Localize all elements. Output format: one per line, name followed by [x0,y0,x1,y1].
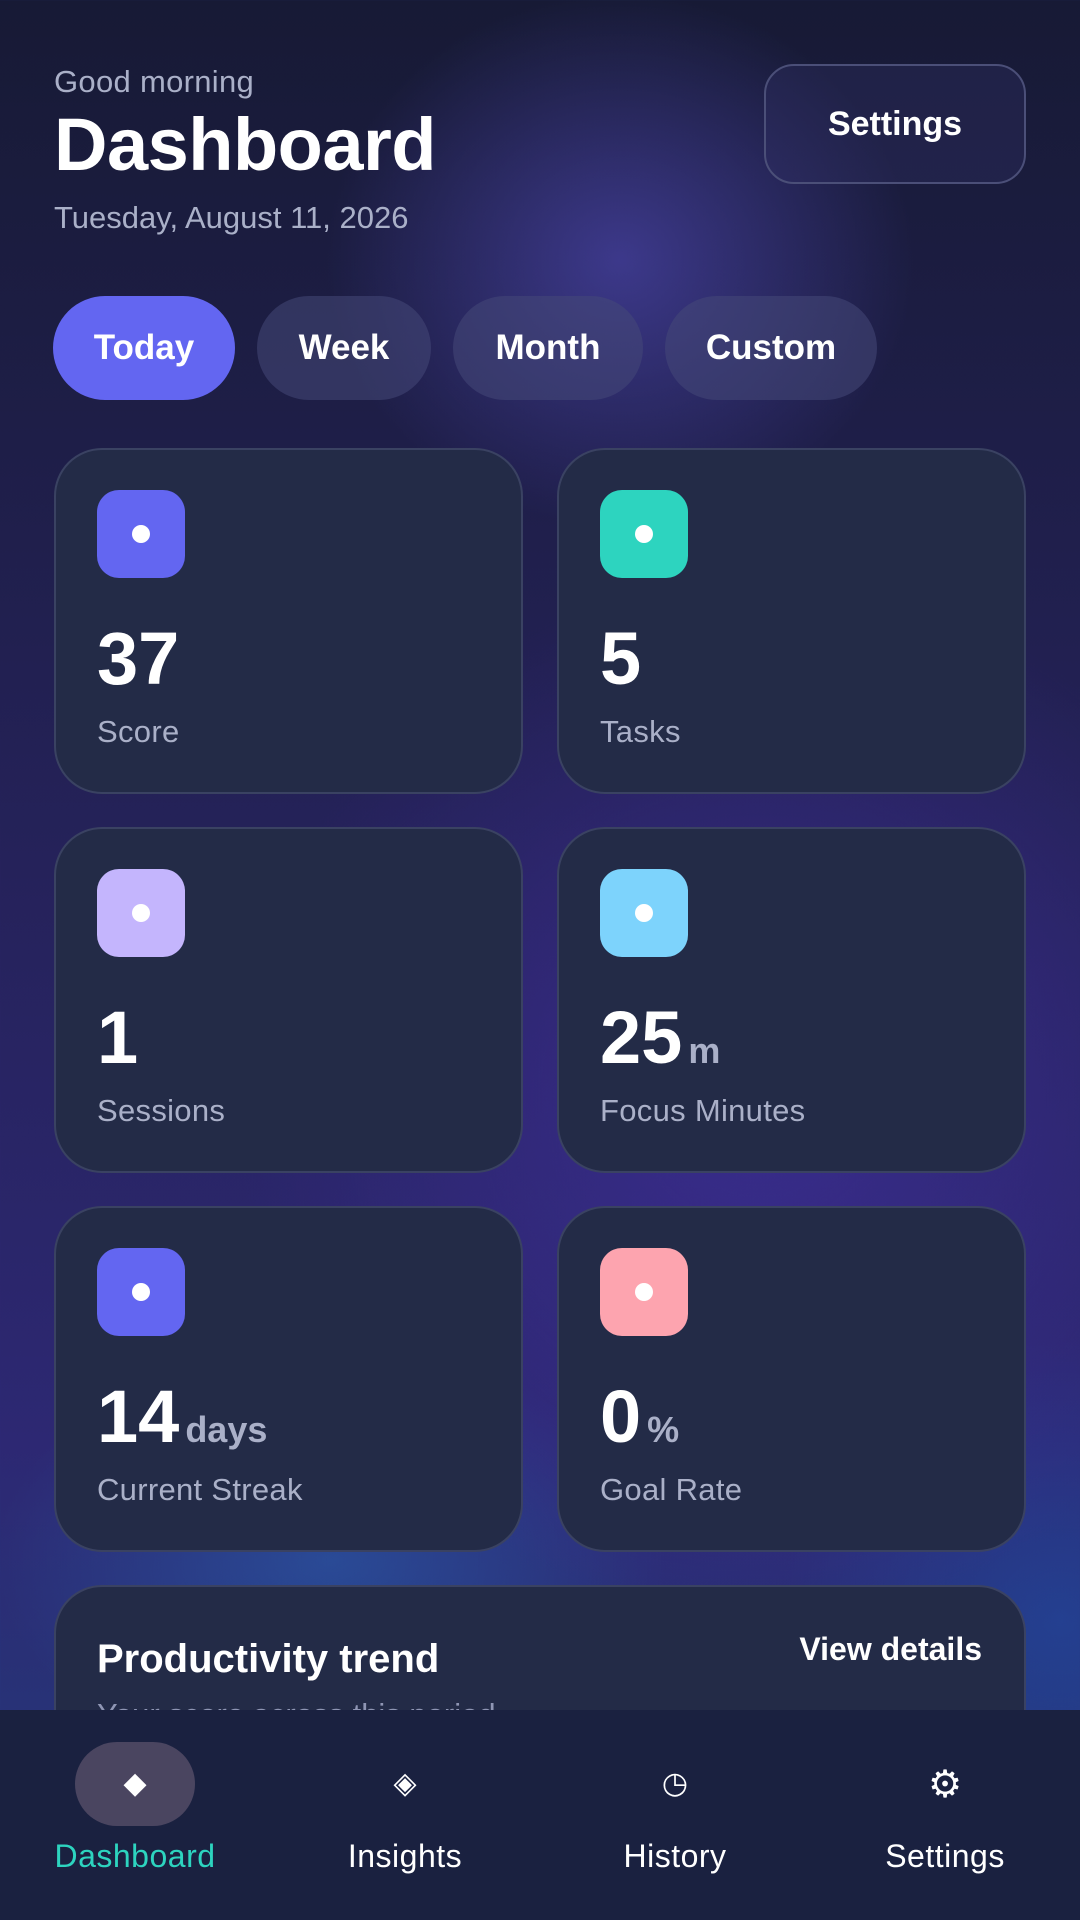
stat-label: Sessions [97,1093,226,1128]
dot-icon [600,490,688,578]
gear-icon: ⚙ [927,1762,963,1806]
stat-card-focus-minutes[interactable]: 25 m Focus Minutes [557,827,1026,1173]
stat-card-tasks[interactable]: 5 Tasks [557,448,1026,794]
nav-item-dashboard[interactable]: ◆ Dashboard [0,1710,270,1920]
stat-card-current-streak[interactable]: 14 days Current Streak [54,1206,523,1552]
stat-value: 14 days [97,1375,268,1458]
trend-title: Productivity trend [97,1637,440,1681]
stat-value: 1 [97,996,139,1079]
view-details-link[interactable]: View details [799,1631,982,1668]
stat-value: 0% [600,1375,680,1458]
segment-today[interactable]: Today [53,296,235,400]
nav-item-history[interactable]: ◷ History [540,1710,810,1920]
segment-month[interactable]: Month [453,296,643,400]
stat-value: 5 [600,617,642,700]
dot-icon [97,1248,185,1336]
stat-label: Current Streak [97,1472,303,1507]
date-label: Tuesday, August 11, 2026 [54,200,409,235]
stat-label: Score [97,714,180,749]
clock-icon: ◷ [661,1766,689,1801]
stat-label: Focus Minutes [600,1093,806,1128]
nav-item-insights[interactable]: ◈ Insights [270,1710,540,1920]
stats-grid: 37 Score 5 Tasks 1 Sessions 25 m Focus Mi… [54,448,1026,1552]
stat-card-goal-rate[interactable]: 0% Goal Rate [557,1206,1026,1552]
nav-label: History [623,1838,727,1874]
diamond-outline-icon: ◈ [393,1766,417,1801]
settings-button[interactable]: Settings [764,64,1026,184]
nav-label: Settings [885,1838,1005,1874]
bottom-navigation: ◆ Dashboard ◈ Insights ◷ History ⚙ Setti… [0,1710,1080,1920]
stat-value: 37 [97,617,180,700]
nav-label: Dashboard [54,1838,216,1874]
stat-card-sessions[interactable]: 1 Sessions [54,827,523,1173]
dot-icon [600,1248,688,1336]
stat-card-score[interactable]: 37 Score [54,448,523,794]
nav-label: Insights [347,1838,463,1874]
segment-custom[interactable]: Custom [665,296,877,400]
dot-icon [600,869,688,957]
diamond-filled-icon: ◆ [123,1766,147,1801]
period-selector: Today Week Month Custom [53,296,877,400]
stat-label: Tasks [600,714,681,749]
stat-value: 25 m [600,996,721,1079]
dot-icon [97,869,185,957]
nav-item-settings[interactable]: ⚙ Settings [810,1710,1080,1920]
header: Good morning Dashboard Tuesday, August 1… [54,64,1026,264]
segment-week[interactable]: Week [257,296,431,400]
stat-label: Goal Rate [600,1472,743,1507]
dot-icon [97,490,185,578]
